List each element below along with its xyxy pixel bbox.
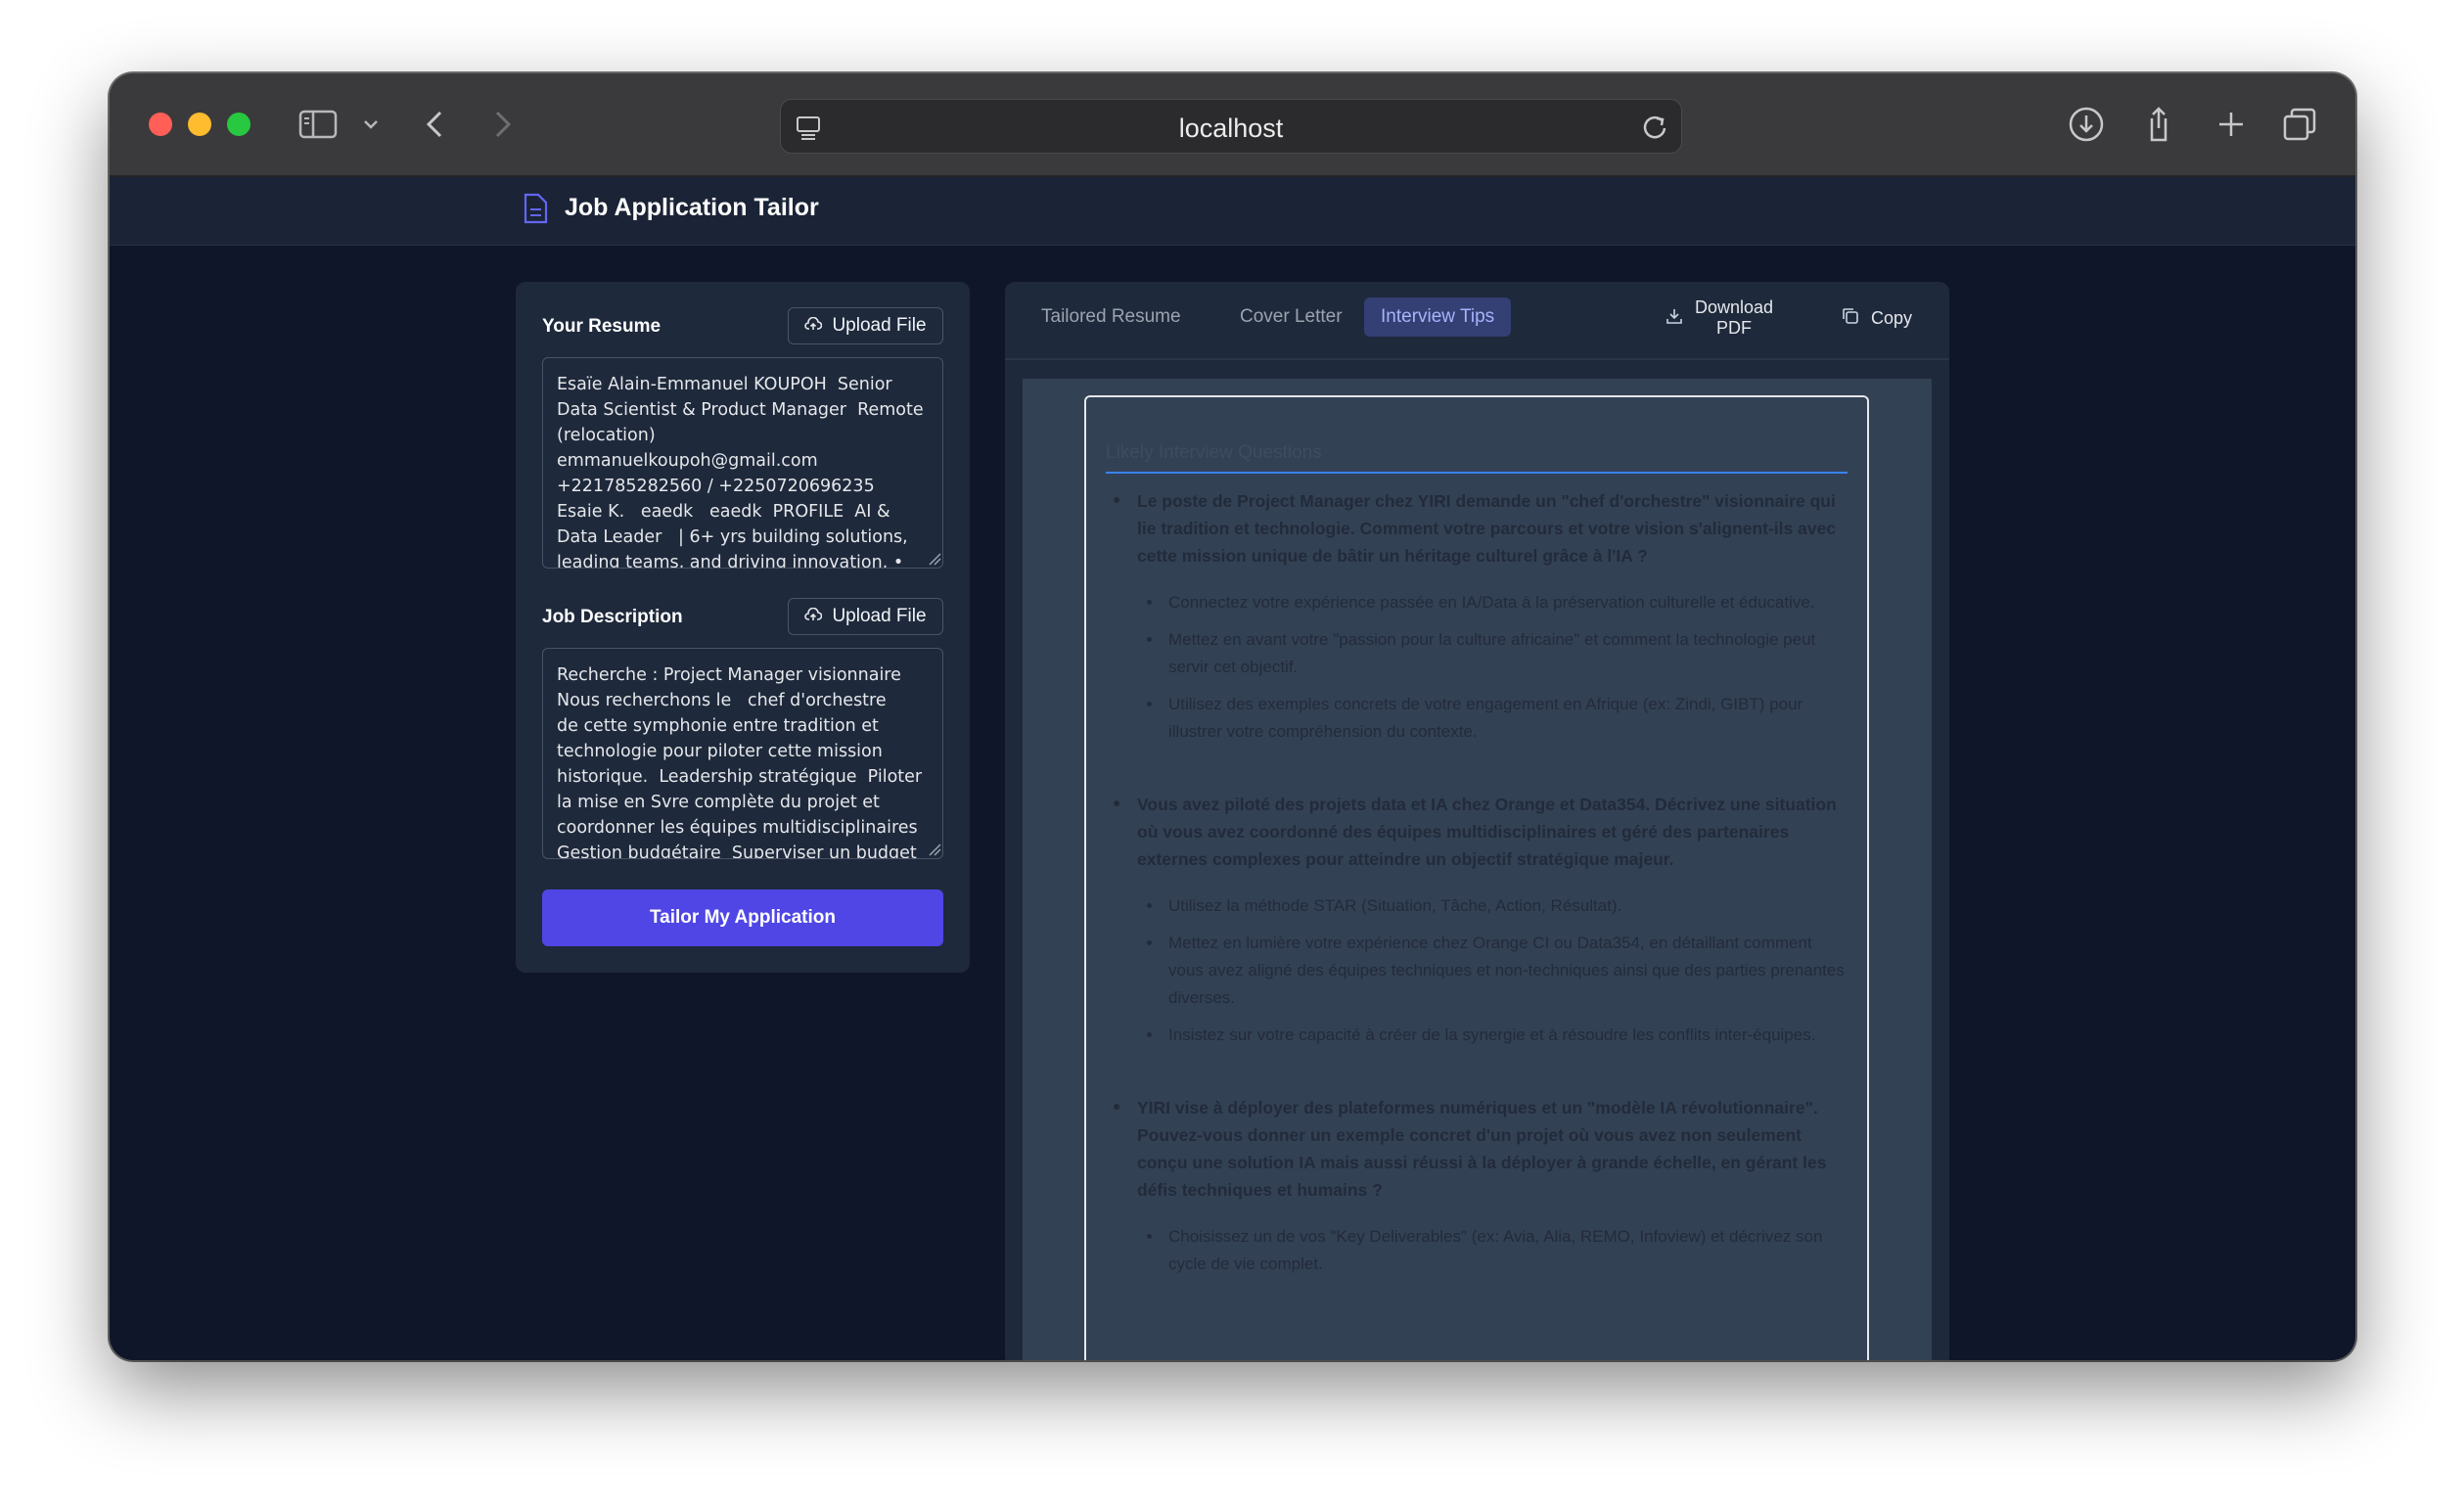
- question-text: Vous avez piloté des projets data et IA …: [1137, 795, 1837, 869]
- input-panel: Your Resume Upload File Esaïe Alain-Emma…: [516, 282, 970, 973]
- upload-resume-label: Upload File: [832, 315, 927, 336]
- question-item: YIRI vise à déployer des plateformes num…: [1106, 1094, 1848, 1278]
- job-description-label: Job Description: [542, 607, 683, 627]
- upload-job-button[interactable]: Upload File: [788, 598, 943, 635]
- question-item: Le poste de Project Manager chez YIRI de…: [1106, 487, 1848, 746]
- upload-cloud-icon: [804, 315, 823, 337]
- output-panel: Tailored Resume Cover Letter Interview T…: [1005, 282, 1949, 1360]
- tab-overview-icon[interactable]: [2280, 101, 2319, 148]
- back-icon[interactable]: [423, 101, 446, 148]
- close-window-button[interactable]: [149, 113, 172, 136]
- upload-resume-button[interactable]: Upload File: [788, 307, 943, 344]
- browser-window: localhost Job Application Tailor Your Re…: [110, 73, 2355, 1360]
- tab-interview-tips[interactable]: Interview Tips: [1364, 297, 1512, 337]
- job-description-textarea[interactable]: Recherche : Project Manager visionnaire …: [542, 648, 943, 859]
- document-preview: Likely Interview Questions Le poste de P…: [1084, 395, 1869, 1360]
- new-tab-icon[interactable]: [2213, 101, 2249, 148]
- tip-item: Insistez sur votre capacité à créer de l…: [1137, 1022, 1848, 1049]
- preview-area: Likely Interview Questions Le poste de P…: [1023, 379, 1932, 1360]
- chevron-down-icon[interactable]: [361, 101, 381, 148]
- url-text: localhost: [1178, 114, 1284, 143]
- output-tabs: Tailored Resume Cover Letter Interview T…: [1005, 282, 1949, 360]
- document-icon: [521, 192, 550, 230]
- resume-label: Your Resume: [542, 316, 662, 337]
- downloads-icon[interactable]: [2067, 101, 2106, 148]
- download-label-line1: Download: [1695, 297, 1774, 317]
- resize-handle-icon[interactable]: [928, 843, 941, 861]
- tip-list: Choisissez un de vos "Key Deliverables" …: [1137, 1223, 1848, 1278]
- tip-item: Connectez votre expérience passée en IA/…: [1137, 589, 1848, 616]
- resize-handle-icon[interactable]: [928, 552, 941, 570]
- download-icon: [1665, 307, 1683, 330]
- tab-cover-letter[interactable]: Cover Letter: [1223, 297, 1359, 337]
- question-text: Le poste de Project Manager chez YIRI de…: [1137, 491, 1837, 566]
- download-label-line2: PDF: [1716, 318, 1753, 338]
- minimize-window-button[interactable]: [188, 113, 211, 136]
- tab-tailored-resume[interactable]: Tailored Resume: [1025, 297, 1198, 337]
- tip-item: Utilisez la méthode STAR (Situation, Tâc…: [1137, 892, 1848, 920]
- tip-item: Mettez en lumière votre expérience chez …: [1137, 930, 1848, 1012]
- question-item: Vous avez piloté des projets data et IA …: [1106, 791, 1848, 1049]
- sidebar-toggle-icon[interactable]: [297, 101, 339, 148]
- forward-icon[interactable]: [491, 101, 515, 148]
- tip-item: Utilisez des exemples concrets de votre …: [1137, 691, 1848, 746]
- tip-list: Utilisez la méthode STAR (Situation, Tâc…: [1137, 892, 1848, 1049]
- copy-label: Copy: [1871, 308, 1913, 328]
- tip-list: Connectez votre expérience passée en IA/…: [1137, 589, 1848, 746]
- tip-item: Choisissez un de vos "Key Deliverables" …: [1137, 1223, 1848, 1278]
- question-list: Le poste de Project Manager chez YIRI de…: [1106, 487, 1848, 1278]
- tailor-application-button[interactable]: Tailor My Application: [542, 889, 943, 946]
- download-pdf-label: Download PDF: [1695, 297, 1773, 339]
- preview-title: Likely Interview Questions: [1106, 442, 1848, 474]
- tip-item: Mettez en avant votre "passion pour la c…: [1137, 626, 1848, 681]
- reload-icon[interactable]: [1640, 113, 1669, 147]
- zoom-window-button[interactable]: [227, 113, 251, 136]
- app-header: Job Application Tailor: [110, 177, 2355, 246]
- upload-job-label: Upload File: [832, 606, 927, 626]
- question-text: YIRI vise à déployer des plateformes num…: [1137, 1098, 1827, 1200]
- copy-icon: [1842, 307, 1859, 330]
- browser-toolbar: localhost: [110, 73, 2355, 177]
- address-bar[interactable]: localhost: [780, 99, 1682, 154]
- resume-textarea[interactable]: Esaïe Alain-Emmanuel KOUPOH Senior Data …: [542, 357, 943, 569]
- download-pdf-button[interactable]: Download PDF: [1665, 297, 1773, 339]
- app-title: Job Application Tailor: [565, 194, 819, 221]
- upload-cloud-icon: [804, 606, 823, 627]
- share-icon[interactable]: [2141, 101, 2176, 148]
- copy-button[interactable]: Copy: [1842, 307, 1912, 330]
